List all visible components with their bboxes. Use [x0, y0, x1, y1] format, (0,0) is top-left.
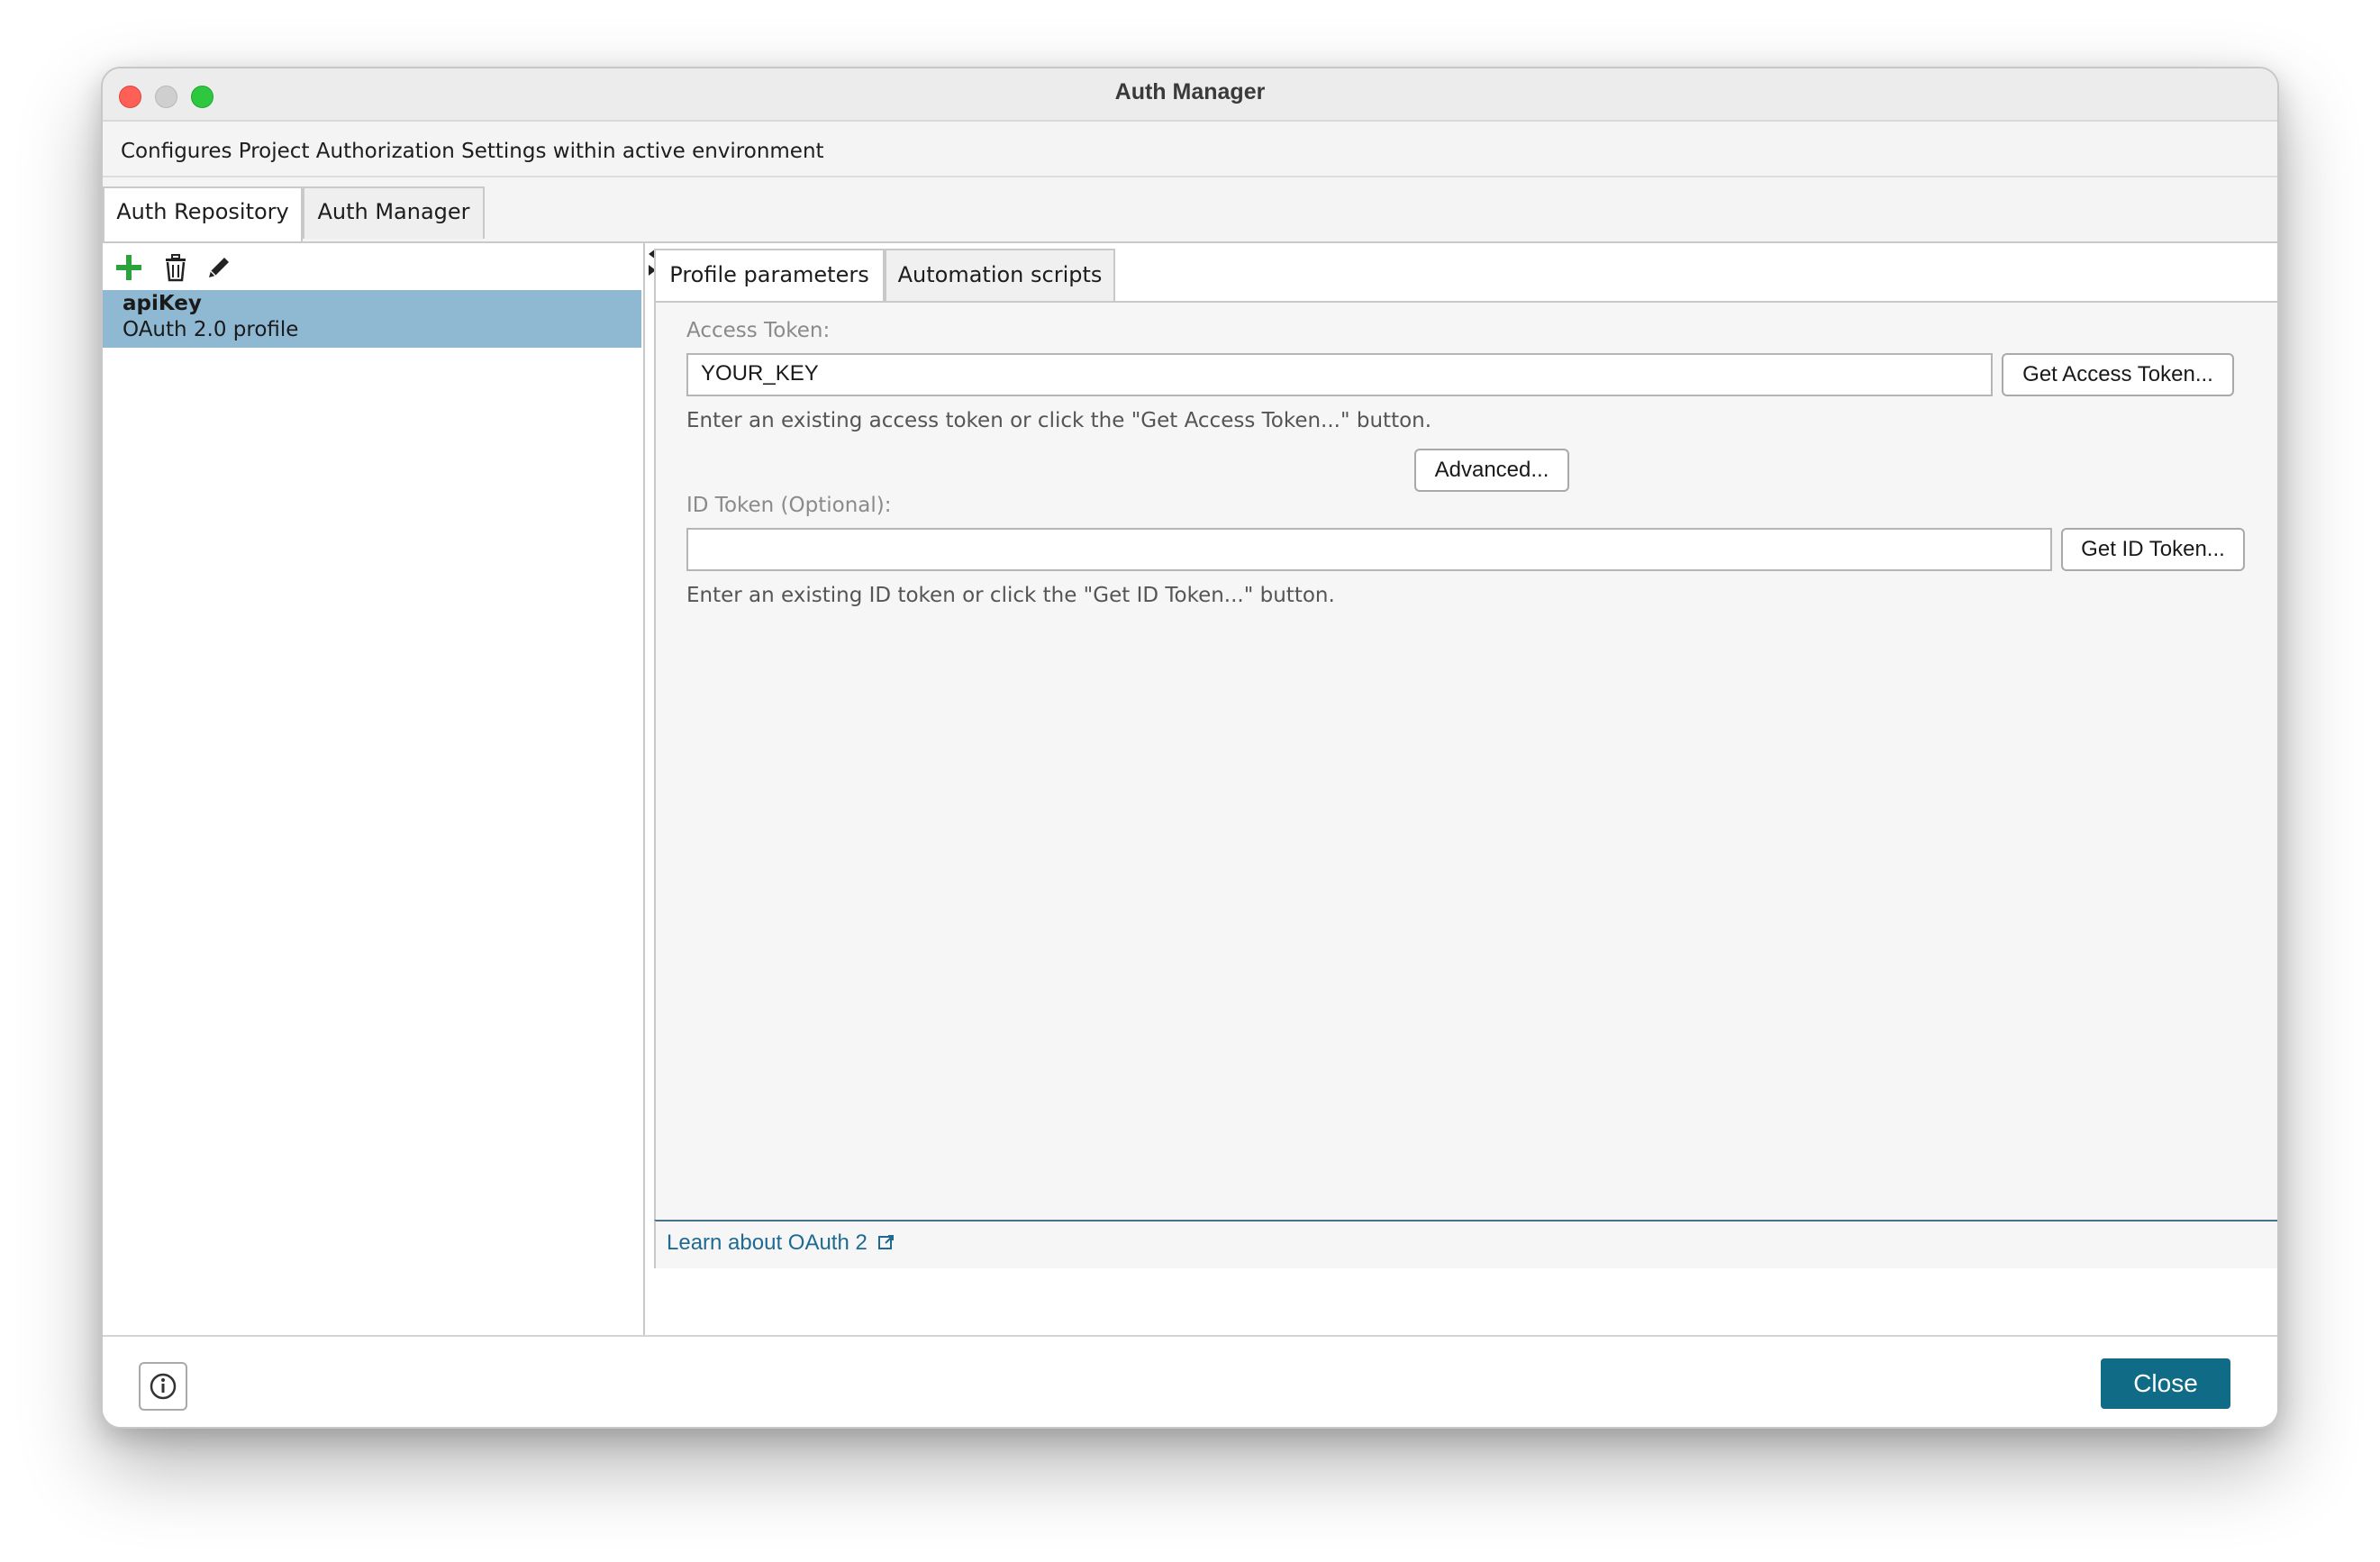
advanced-button[interactable]: Advanced...: [1414, 449, 1569, 492]
tab-label: Profile parameters: [669, 262, 869, 287]
profile-name: apiKey: [123, 292, 202, 315]
pencil-icon: [209, 258, 229, 277]
window-title: Auth Manager: [1114, 79, 1266, 104]
auth-manager-window: Auth Manager Configures Project Authoriz…: [101, 67, 2279, 1429]
profile-type: OAuth 2.0 profile: [123, 318, 299, 341]
close-button[interactable]: Close: [2101, 1358, 2230, 1409]
get-id-token-button[interactable]: Get ID Token...: [2061, 528, 2245, 571]
tab-auth-repository[interactable]: Auth Repository: [103, 186, 303, 242]
divider: [103, 176, 2277, 177]
title-bar[interactable]: Auth Manager: [103, 68, 2277, 122]
edit-profile-button[interactable]: [204, 252, 234, 283]
trash-icon: [166, 254, 186, 282]
id-token-input[interactable]: [686, 528, 2052, 571]
external-link-icon[interactable]: [877, 1233, 895, 1251]
learn-oauth-link[interactable]: Learn about OAuth 2: [667, 1231, 868, 1256]
delete-profile-button[interactable]: [160, 252, 191, 283]
profile-detail-pane: Profile parameters Automation scripts Ac…: [654, 243, 2277, 1335]
description-text: Configures Project Authorization Setting…: [121, 140, 824, 163]
tab-profile-parameters[interactable]: Profile parameters: [654, 249, 885, 304]
access-token-input[interactable]: YOUR_KEY: [686, 353, 1993, 396]
access-token-label: Access Token:: [686, 319, 831, 342]
id-token-hint: Enter an existing ID token or click the …: [686, 584, 1335, 607]
info-icon: [150, 1373, 177, 1400]
id-token-label: ID Token (Optional):: [686, 494, 892, 517]
plus-icon: [116, 255, 141, 280]
add-profile-button[interactable]: [114, 252, 144, 283]
tab-label: Auth Repository: [116, 199, 289, 224]
tab-label: Auth Manager: [317, 199, 470, 224]
tab-automation-scripts[interactable]: Automation scripts: [885, 249, 1115, 301]
info-button[interactable]: [139, 1362, 187, 1411]
access-token-hint: Enter an existing access token or click …: [686, 409, 1432, 432]
description-bar: Configures Project Authorization Setting…: [103, 122, 2277, 250]
list-item-profile-apikey[interactable]: apiKey OAuth 2.0 profile: [103, 290, 641, 348]
help-link-bar: Learn about OAuth 2: [654, 1220, 2277, 1268]
profile-parameters-form: Access Token: YOUR_KEY Get Access Token.…: [654, 301, 2277, 1221]
profile-list-pane: apiKey OAuth 2.0 profile: [103, 243, 645, 1335]
tab-auth-manager[interactable]: Auth Manager: [303, 186, 485, 239]
tab-label: Automation scripts: [897, 262, 1103, 287]
dialog-footer: Close: [103, 1335, 2277, 1427]
get-access-token-button[interactable]: Get Access Token...: [2002, 353, 2234, 396]
tab-content: apiKey OAuth 2.0 profile Profile paramet…: [103, 241, 2277, 1337]
